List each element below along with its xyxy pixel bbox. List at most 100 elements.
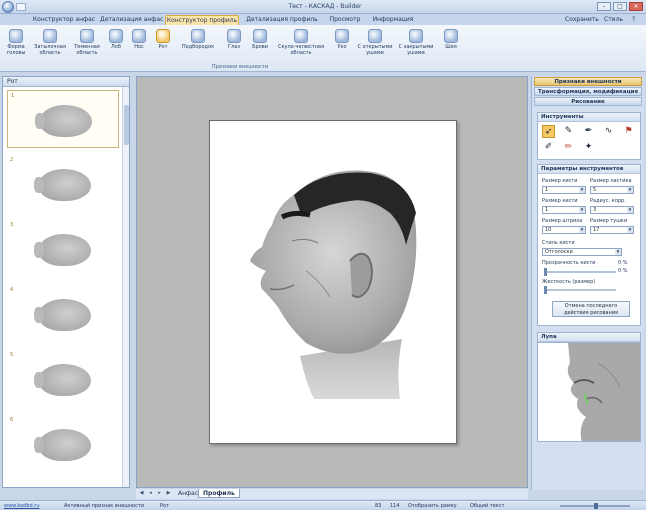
show-frame-toggle[interactable]: Отобразить рамку — [408, 502, 457, 510]
thumbnail-item[interactable]: 4 — [7, 285, 119, 343]
thumbnail-item[interactable]: 3 — [7, 220, 119, 278]
layer-selector[interactable]: Общий текст — [470, 502, 505, 510]
dropdown-arrow-icon: ▾ — [627, 187, 633, 193]
prev-sheet-icon[interactable]: ◂ — [147, 490, 154, 497]
tab-detail-profile[interactable]: Детализация профиль — [246, 15, 318, 25]
last-sheet-icon[interactable]: ▶ — [165, 490, 172, 497]
tab-constructor-profile[interactable]: Конструктор профиль — [165, 15, 239, 25]
opacity-label: Прозрачность кисти — [542, 260, 596, 266]
pen-size-field[interactable]: 1 ▾ — [542, 206, 586, 214]
active-feature-label: Активный признак внешности — [64, 503, 145, 509]
undo-drawing-button[interactable]: Отмена последнего действия рисования — [552, 301, 630, 317]
smudge-tool-icon[interactable]: ∿ — [602, 125, 615, 138]
stroke-width-field[interactable]: 17 ▾ — [590, 226, 634, 234]
opacity-slider[interactable] — [544, 268, 616, 276]
sheet-tabs: ◀ ◂ ▸ ▶ Анфас Профиль — [136, 489, 528, 499]
portrait-page[interactable] — [209, 120, 457, 444]
ribbon-neck-button[interactable]: Шея — [440, 28, 462, 62]
tab-sheet-profile[interactable]: Профиль — [198, 489, 240, 498]
slider-knob[interactable] — [544, 286, 547, 294]
save-menu[interactable]: Сохранить — [565, 16, 599, 23]
help-icon[interactable]: ? — [632, 16, 635, 23]
first-sheet-icon[interactable]: ◀ — [138, 490, 145, 497]
eraser-size-field[interactable]: 5 ▾ — [590, 186, 634, 194]
fill-tool-icon[interactable]: ⚑ — [622, 125, 635, 138]
ribbon-open-ears-button[interactable]: С открытыми ушами — [356, 28, 394, 62]
ribbon-occipital-button[interactable]: Затылочная область — [32, 28, 68, 62]
ribbon-brows-button[interactable]: Брови — [248, 28, 272, 62]
parietal-icon — [80, 29, 94, 43]
app-menu-button[interactable] — [2, 1, 14, 13]
website-link[interactable]: www.kodbd.ru — [4, 502, 40, 510]
brush-style-select[interactable]: Отголоски ▾ — [542, 248, 622, 256]
tools-section: Инструменты ➶ ✎ ✒ ∿ ⚑ ✐ ✏ ✦ — [537, 112, 641, 160]
dropdown-arrow-icon: ▾ — [627, 227, 633, 233]
ribbon-mouth-button[interactable]: Рот — [152, 28, 174, 62]
panel-drawing-header[interactable]: Рисование — [534, 97, 642, 106]
ear-icon — [335, 29, 349, 43]
eraser-tool-icon[interactable]: ✏ — [562, 141, 575, 154]
panel-features-header[interactable]: Признаки внешности — [534, 77, 642, 86]
quick-access-toolbar[interactable] — [16, 3, 26, 11]
active-feature-value: Рот — [160, 503, 169, 509]
tools-panel: Признаки внешности Трансформация, модифи… — [531, 76, 644, 490]
minimize-button[interactable]: – — [597, 2, 611, 11]
stroke-size-field[interactable]: 10 ▾ — [542, 226, 586, 234]
contrast-slider[interactable] — [544, 286, 616, 294]
scrollbar-thumb[interactable] — [124, 105, 129, 145]
tab-info[interactable]: Информация — [370, 15, 416, 25]
head-thumbnail-image — [34, 169, 91, 201]
neck-icon — [444, 29, 458, 43]
stroke-size-label: Размер штриха — [542, 218, 583, 224]
slider-knob[interactable] — [544, 268, 547, 276]
canvas-workspace[interactable] — [136, 76, 528, 488]
feature-thumbnails-panel: Рот 1 2 3 4 5 6 — [2, 76, 130, 488]
brush-tool-icon[interactable]: ✎ — [562, 125, 575, 138]
blur-radius-label: Радиус. корр. — [590, 198, 626, 204]
brush-size-field[interactable]: 1 ▾ — [542, 186, 586, 194]
ribbon-eye-button[interactable]: Глаз — [222, 28, 246, 62]
thumbnail-item[interactable]: 5 — [7, 350, 119, 408]
opacity-value: 0 % — [618, 260, 628, 266]
thumbnail-item[interactable]: 1 — [7, 90, 119, 148]
pen-tool-icon[interactable]: ✒ — [582, 125, 595, 138]
zoom-knob[interactable] — [594, 503, 598, 509]
coord-b: 114 — [390, 503, 400, 509]
params-title: Параметры инструментов — [538, 165, 640, 174]
contrast-label: Жесткость (размер) — [542, 279, 596, 285]
ribbon-closed-ears-button[interactable]: С закрытыми ушами — [396, 28, 436, 62]
brows-icon — [253, 29, 267, 43]
maximize-button[interactable]: □ — [613, 2, 627, 11]
ribbon-ear-button[interactable]: Ухо — [330, 28, 354, 62]
ribbon-chin-button[interactable]: Подбородок — [176, 28, 220, 62]
close-button[interactable]: ✕ — [629, 2, 643, 11]
thumbnail-item[interactable]: 6 — [7, 415, 119, 473]
forehead-icon — [109, 29, 123, 43]
eye-icon — [227, 29, 241, 43]
blur-tool-icon[interactable]: ✐ — [542, 141, 555, 154]
thumbnails-scrollbar[interactable] — [122, 87, 129, 487]
closed-ears-icon — [409, 29, 423, 43]
tool-params-section: Параметры инструментов Размер кисти Разм… — [537, 164, 641, 326]
ribbon-jaw-button[interactable]: Скуло-челюстная область — [274, 28, 328, 62]
ribbon-nose-button[interactable]: Нос — [128, 28, 150, 62]
pointer-tool-icon[interactable]: ➶ — [542, 125, 555, 138]
style-menu[interactable]: Стиль — [604, 16, 623, 23]
thumbnail-item[interactable]: 2 — [7, 155, 119, 213]
ribbon-forehead-button[interactable]: Лоб — [106, 28, 126, 62]
tab-view[interactable]: Просмотр — [326, 15, 364, 25]
tab-detail-front[interactable]: Детализация анфас — [100, 15, 163, 25]
brush-style-label: Стиль кисти — [542, 240, 575, 246]
dropdown-arrow-icon: ▾ — [579, 227, 585, 233]
ribbon-head-shape-button[interactable]: Форма головы — [2, 28, 30, 62]
mouth-icon — [156, 29, 170, 43]
chin-icon — [191, 29, 205, 43]
next-sheet-icon[interactable]: ▸ — [156, 490, 163, 497]
ribbon-parietal-button[interactable]: Теменная область — [70, 28, 104, 62]
stamp-tool-icon[interactable]: ✦ — [582, 141, 595, 154]
blur-radius-field[interactable]: 3 ▾ — [590, 206, 634, 214]
brush-size-label: Размер кисти — [542, 178, 578, 184]
panel-transform-header[interactable]: Трансформация, модификация — [534, 87, 642, 96]
tab-constructor-front[interactable]: Конструктор анфас — [30, 15, 98, 25]
zoom-slider[interactable] — [560, 503, 630, 509]
